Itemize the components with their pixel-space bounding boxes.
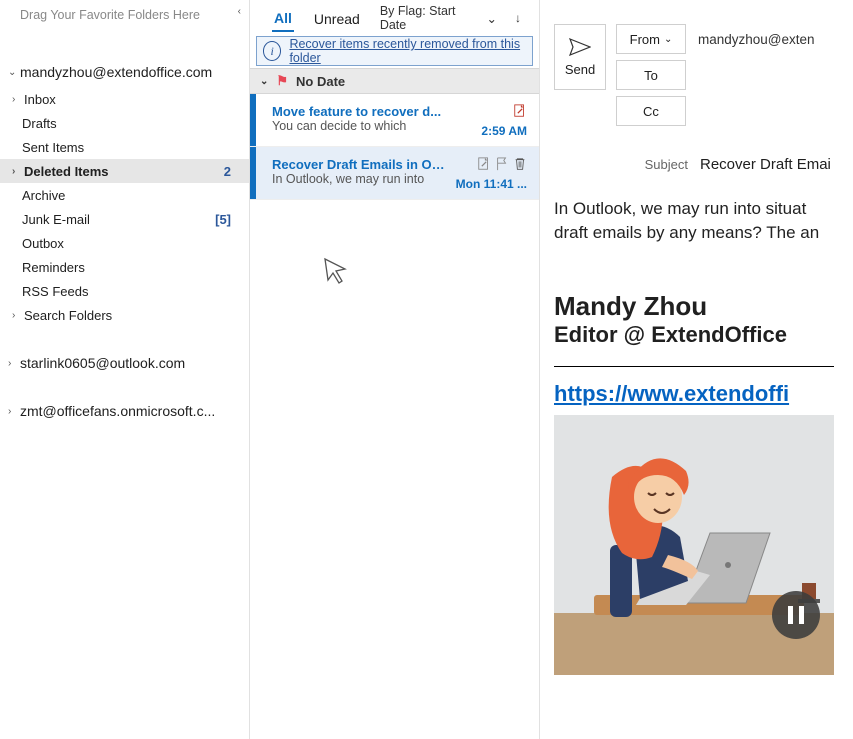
message-time: Mon 11:41 ... xyxy=(449,177,527,191)
account-zmt[interactable]: ›zmt@officefans.onmicrosoft.c... xyxy=(0,399,249,423)
recover-items-bar: i Recover items recently removed from th… xyxy=(256,36,533,66)
unread-indicator xyxy=(250,147,256,199)
messages: Move feature to recover d... You can dec… xyxy=(250,94,539,739)
unread-count: 2 xyxy=(224,164,249,179)
chevron-down-icon: ⌄ xyxy=(664,34,672,45)
message-item[interactable]: Recover Draft Emails in Ou... In Outlook… xyxy=(250,147,539,200)
account-mandyzhou[interactable]: ⌄ mandyzhou@extendoffice.com xyxy=(0,60,249,84)
nav-tree: ⌄ mandyzhou@extendoffice.com ›Inbox Draf… xyxy=(0,36,249,739)
folder-deleted-items[interactable]: ›Deleted Items2 xyxy=(0,159,249,183)
delete-icon[interactable] xyxy=(513,157,527,171)
flag-outline-icon[interactable] xyxy=(495,157,509,171)
flag-icon: ⚑ xyxy=(276,73,288,89)
message-preview: In Outlook, we may run into xyxy=(272,172,449,186)
from-button[interactable]: From⌄ xyxy=(616,24,686,54)
account-starlink[interactable]: ›starlink0605@outlook.com xyxy=(0,351,249,375)
message-preview: You can decide to which xyxy=(272,119,449,133)
folder-outbox[interactable]: Outbox xyxy=(0,231,249,255)
from-value: mandyzhou@exten xyxy=(698,24,815,54)
tab-unread[interactable]: Unread xyxy=(312,5,362,31)
cc-field[interactable] xyxy=(698,96,815,126)
folder-rss-feeds[interactable]: RSS Feeds xyxy=(0,279,249,303)
signature-separator xyxy=(554,366,834,367)
subject-label: Subject xyxy=(554,157,688,172)
signature-title: Editor @ ExtendOffice xyxy=(554,322,853,348)
folder-search-folders[interactable]: ›Search Folders xyxy=(0,303,249,327)
message-list-pane: All Unread By Flag: Start Date⌄ ↓ i Reco… xyxy=(250,0,540,739)
folder-drafts[interactable]: Drafts xyxy=(0,111,249,135)
cursor-icon xyxy=(322,256,352,286)
message-time: 2:59 AM xyxy=(449,124,527,138)
collapse-nav-icon[interactable]: ‹ xyxy=(238,6,241,17)
sort-dropdown[interactable]: By Flag: Start Date⌄ xyxy=(380,4,497,32)
chevron-right-icon: › xyxy=(8,406,18,417)
send-button[interactable]: Send xyxy=(554,24,606,90)
chevron-down-icon: ⌄ xyxy=(260,76,268,87)
info-icon: i xyxy=(263,41,281,61)
draft-icon xyxy=(477,157,491,171)
message-subject: Recover Draft Emails in Ou... xyxy=(272,157,449,172)
signature-name: Mandy Zhou xyxy=(554,291,853,322)
subject-field[interactable]: Recover Draft Emai xyxy=(700,156,831,173)
group-title: No Date xyxy=(296,74,345,89)
subject-row: Subject Recover Draft Emai xyxy=(554,156,853,173)
folder-archive[interactable]: Archive xyxy=(0,183,249,207)
chevron-right-icon: › xyxy=(12,166,22,177)
folder-junk-email[interactable]: Junk E-mail[5] xyxy=(0,207,249,231)
cc-button[interactable]: Cc xyxy=(616,96,686,126)
favorites-drop-zone[interactable]: Drag Your Favorite Folders Here ‹ xyxy=(0,0,249,36)
unread-indicator xyxy=(250,94,256,146)
to-button[interactable]: To xyxy=(616,60,686,90)
message-body[interactable]: In Outlook, we may run into situat draft… xyxy=(554,197,853,245)
chevron-down-icon: ⌄ xyxy=(487,11,497,26)
draft-icon xyxy=(513,104,527,118)
signature-link[interactable]: https://www.extendoffi xyxy=(554,381,789,406)
favorites-hint: Drag Your Favorite Folders Here xyxy=(20,8,200,22)
unread-count: [5] xyxy=(215,212,249,227)
sort-direction-button[interactable]: ↓ xyxy=(515,11,521,25)
folder-sent-items[interactable]: Sent Items xyxy=(0,135,249,159)
to-field[interactable] xyxy=(698,60,815,90)
message-item[interactable]: Move feature to recover d... You can dec… xyxy=(250,94,539,147)
compose-header: Send From⌄ To Cc mandyzhou@exten xyxy=(554,24,853,126)
group-header-no-date[interactable]: ⌄ ⚑ No Date xyxy=(250,68,539,94)
pause-button[interactable] xyxy=(772,591,820,639)
folder-sidebar: Drag Your Favorite Folders Here ‹ ⌄ mand… xyxy=(0,0,250,739)
tab-all[interactable]: All xyxy=(272,4,294,32)
send-label: Send xyxy=(565,62,595,77)
chevron-down-icon: ⌄ xyxy=(8,67,18,78)
chevron-right-icon: › xyxy=(12,310,22,321)
chevron-right-icon: › xyxy=(8,358,18,369)
chevron-right-icon: › xyxy=(12,94,22,105)
filter-tabs: All Unread By Flag: Start Date⌄ ↓ xyxy=(250,0,539,36)
folder-inbox[interactable]: ›Inbox xyxy=(0,87,249,111)
signature-image xyxy=(554,415,834,675)
reading-pane: Send From⌄ To Cc mandyzhou@exten Subject… xyxy=(540,0,853,739)
message-subject: Move feature to recover d... xyxy=(272,104,449,119)
folder-reminders[interactable]: Reminders xyxy=(0,255,249,279)
send-icon xyxy=(569,38,591,56)
recover-items-link[interactable]: Recover items recently removed from this… xyxy=(289,37,532,65)
